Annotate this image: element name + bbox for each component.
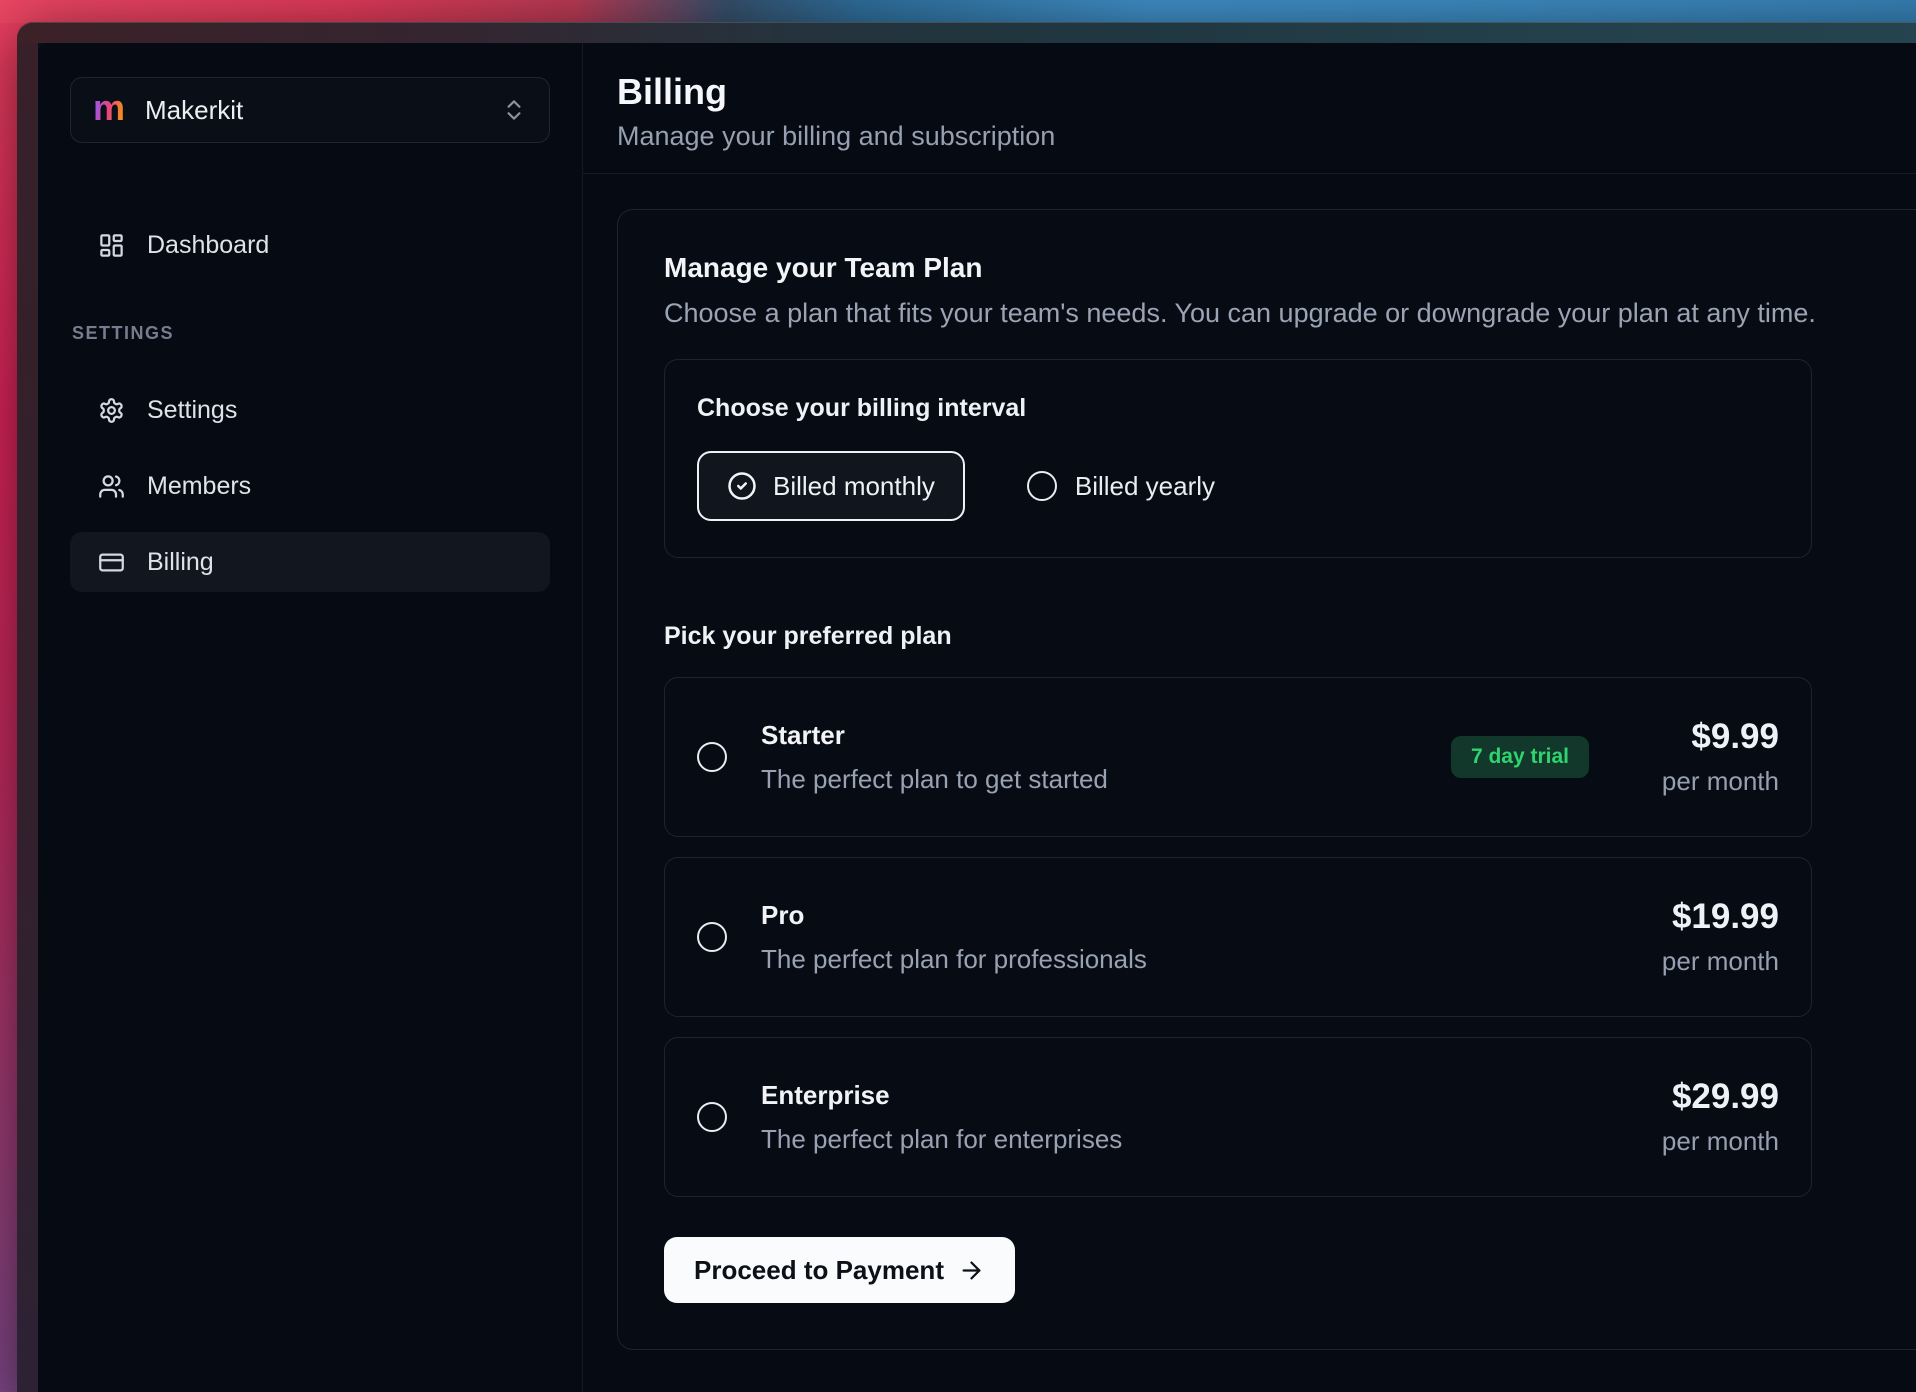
plan-row-pro[interactable]: Pro The perfect plan for professionals $…	[664, 857, 1812, 1017]
sidebar-item-label: Settings	[147, 396, 237, 425]
arrow-right-icon	[958, 1257, 985, 1284]
page-subtitle: Manage your billing and subscription	[617, 121, 1916, 152]
sidebar-item-members[interactable]: Members	[70, 456, 550, 516]
page-content: Manage your Team Plan Choose a plan that…	[583, 174, 1916, 1350]
billed-yearly-option[interactable]: Billed yearly	[1027, 471, 1215, 502]
plan-pricing: $19.99 per month	[1629, 897, 1779, 977]
dashboard-icon	[98, 232, 125, 259]
plan-price: $29.99	[1629, 1077, 1779, 1117]
team-plan-card-description: Choose a plan that fits your team's need…	[664, 298, 1910, 329]
sidebar-item-label: Members	[147, 472, 251, 501]
plan-name: Enterprise	[761, 1080, 1122, 1111]
team-plan-card: Manage your Team Plan Choose a plan that…	[617, 209, 1916, 1350]
billing-interval-card: Choose your billing interval Billed mont…	[664, 359, 1812, 558]
plan-name: Starter	[761, 720, 1108, 751]
circle-check-icon	[727, 471, 757, 501]
sidebar-nav: Dashboard SETTINGS Settings Members	[70, 215, 550, 592]
sidebar-item-label: Billing	[147, 548, 214, 577]
price-block: $19.99 per month	[1629, 897, 1779, 977]
users-icon	[98, 473, 125, 500]
billed-yearly-label: Billed yearly	[1075, 471, 1215, 502]
plan-price: $9.99	[1629, 717, 1779, 757]
plan-row-enterprise[interactable]: Enterprise The perfect plan for enterpri…	[664, 1037, 1812, 1197]
billing-interval-label: Choose your billing interval	[697, 394, 1779, 423]
plan-pricing: 7 day trial $9.99 per month	[1451, 717, 1779, 797]
sidebar-item-label: Dashboard	[147, 231, 269, 260]
plan-description: The perfect plan for enterprises	[761, 1124, 1122, 1155]
main-area: Billing Manage your billing and subscrip…	[583, 43, 1916, 1392]
plan-price: $19.99	[1629, 897, 1779, 937]
plan-period: per month	[1629, 766, 1779, 797]
app-surface: m Makerkit Dashboard SETTINGS	[38, 43, 1916, 1392]
plan-period: per month	[1629, 946, 1779, 977]
plan-row-starter[interactable]: Starter The perfect plan to get started …	[664, 677, 1812, 837]
workspace-name: Makerkit	[145, 95, 243, 126]
plans-label: Pick your preferred plan	[664, 622, 1910, 651]
trial-badge: 7 day trial	[1451, 736, 1589, 778]
billing-interval-options: Billed monthly Billed yearly	[697, 451, 1779, 521]
proceed-to-payment-label: Proceed to Payment	[694, 1255, 944, 1286]
proceed-to-payment-button[interactable]: Proceed to Payment	[664, 1237, 1015, 1303]
page-title: Billing	[617, 71, 1916, 112]
team-plan-card-title: Manage your Team Plan	[664, 252, 1910, 284]
sidebar-item-dashboard[interactable]: Dashboard	[70, 215, 550, 275]
price-block: $29.99 per month	[1629, 1077, 1779, 1157]
plan-period: per month	[1629, 1126, 1779, 1157]
radio-unchecked-icon[interactable]	[697, 922, 727, 952]
price-block: $9.99 per month	[1629, 717, 1779, 797]
plan-info: Pro The perfect plan for professionals	[761, 900, 1147, 975]
plan-description: The perfect plan for professionals	[761, 944, 1147, 975]
billed-monthly-label: Billed monthly	[773, 471, 935, 502]
radio-unchecked-icon[interactable]	[697, 1102, 727, 1132]
billed-monthly-option[interactable]: Billed monthly	[697, 451, 965, 521]
radio-unchecked-icon[interactable]	[697, 742, 727, 772]
plan-info: Enterprise The perfect plan for enterpri…	[761, 1080, 1122, 1155]
plan-description: The perfect plan to get started	[761, 764, 1108, 795]
plan-info: Starter The perfect plan to get started	[761, 720, 1108, 795]
makerkit-logo: m	[93, 90, 125, 126]
gear-icon	[98, 397, 125, 424]
radio-unchecked-icon	[1027, 471, 1057, 501]
sidebar: m Makerkit Dashboard SETTINGS	[38, 43, 583, 1392]
workspace-selector[interactable]: m Makerkit	[70, 77, 550, 143]
plan-list: Starter The perfect plan to get started …	[664, 677, 1910, 1197]
chevrons-up-down-icon	[501, 97, 527, 123]
plan-name: Pro	[761, 900, 1147, 931]
desktop-wallpaper	[0, 0, 1916, 23]
sidebar-section-settings: SETTINGS	[70, 323, 550, 344]
app-window: m Makerkit Dashboard SETTINGS	[17, 22, 1916, 1392]
sidebar-item-billing[interactable]: Billing	[70, 532, 550, 592]
credit-card-icon	[98, 549, 125, 576]
plan-pricing: $29.99 per month	[1629, 1077, 1779, 1157]
page-header: Billing Manage your billing and subscrip…	[583, 43, 1916, 174]
sidebar-item-settings[interactable]: Settings	[70, 380, 550, 440]
